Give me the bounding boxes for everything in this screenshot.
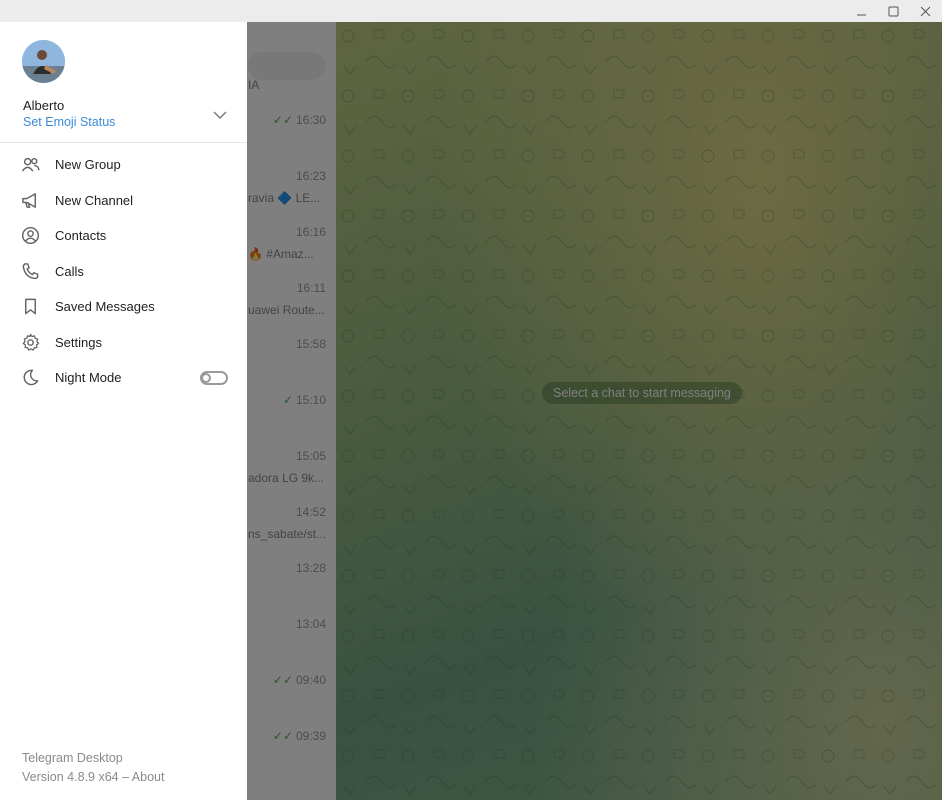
set-emoji-status-link[interactable]: Set Emoji Status [23,115,115,129]
minimize-icon [856,14,866,15]
minimize-button[interactable] [845,0,877,22]
menu-item-contacts[interactable]: Contacts [0,218,247,254]
menu-item-label: Settings [55,334,102,350]
maximize-button[interactable] [877,0,909,22]
close-icon [920,6,930,16]
maximize-icon [888,6,898,16]
divider [0,142,247,143]
bookmark-icon [20,297,40,317]
avatar[interactable] [22,40,65,83]
phone-icon [20,261,40,281]
window-titlebar [0,0,942,22]
avatar-photo [22,40,65,83]
menu-item-settings[interactable]: Settings [0,325,247,361]
menu-item-label: Contacts [55,228,107,244]
chevron-down-icon [213,111,227,119]
megaphone-icon [20,190,40,210]
menu-item-new-group[interactable]: New Group [0,147,247,183]
menu-item-saved-messages[interactable]: Saved Messages [0,289,247,325]
side-drawer: Alberto Set Emoji Status New Group New C… [0,22,247,800]
drawer-menu: New Group New Channel Contacts Calls Sav… [0,147,247,396]
app-name: Telegram Desktop [22,751,123,765]
night-mode-toggle[interactable] [200,370,228,385]
user-name: Alberto [23,98,65,113]
account-switch-button[interactable] [210,108,230,122]
gear-icon [20,332,40,352]
contact-icon [20,226,40,246]
menu-item-night-mode[interactable]: Night Mode [0,360,247,396]
menu-item-label: Night Mode [55,370,122,386]
menu-item-new-channel[interactable]: New Channel [0,183,247,219]
menu-item-calls[interactable]: Calls [0,254,247,290]
toggle-knob [201,372,211,383]
app-version-about-link[interactable]: Version 4.8.9 x64 – About [22,770,164,784]
people-icon [20,155,40,175]
moon-icon [20,368,40,388]
menu-item-label: New Group [55,157,121,173]
menu-item-label: New Channel [55,192,134,208]
close-button[interactable] [909,0,941,22]
menu-item-label: Saved Messages [55,299,155,315]
menu-item-label: Calls [55,263,84,279]
